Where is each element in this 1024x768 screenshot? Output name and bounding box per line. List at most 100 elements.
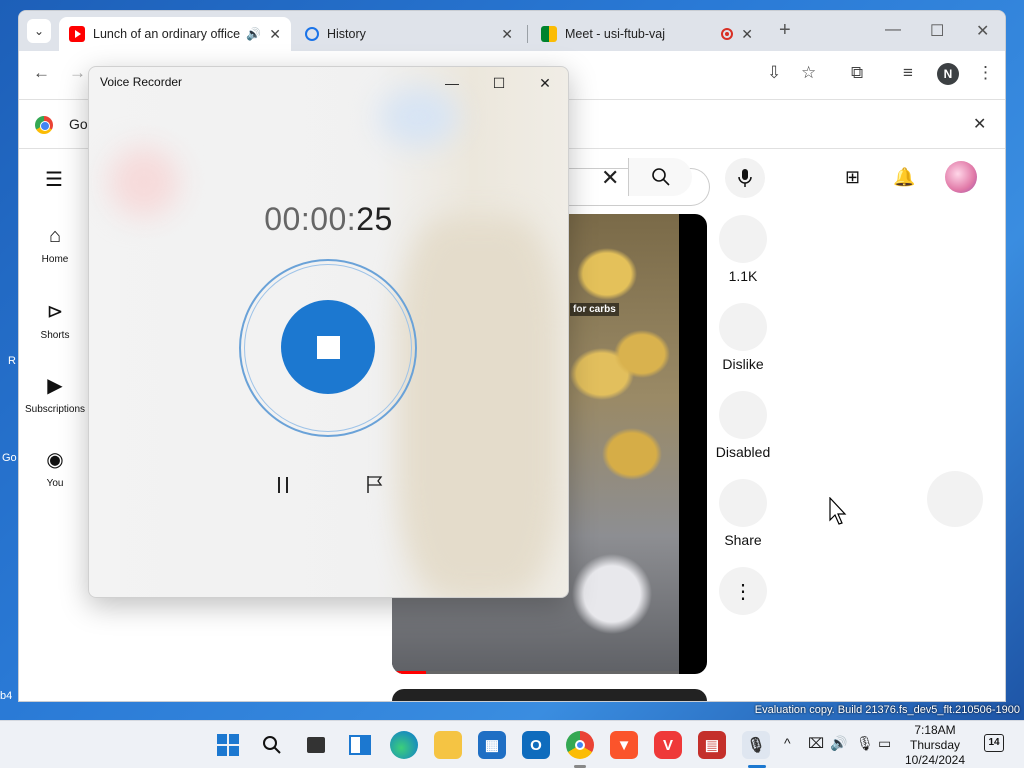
like-count: 1.1K: [728, 268, 758, 284]
comments-button[interactable]: [719, 391, 767, 439]
widgets-icon: [349, 735, 371, 755]
voice-search-button[interactable]: [725, 158, 765, 198]
forward-icon[interactable]: →: [69, 63, 86, 83]
nav-shorts[interactable]: ⊳ Shorts: [19, 299, 91, 341]
close-infobar-icon[interactable]: ✕: [973, 114, 986, 134]
vivaldi-button[interactable]: V: [654, 731, 682, 759]
close-tab-icon[interactable]: ✕: [269, 26, 281, 43]
tab-divider: [527, 25, 528, 43]
search-button[interactable]: [628, 158, 692, 196]
show-hidden-icons-icon[interactable]: ^: [784, 735, 791, 751]
recording-timer: 00:00:25: [89, 201, 568, 238]
recording-icon: [721, 28, 734, 40]
vivaldi-icon: V: [662, 736, 673, 754]
outlook-button[interactable]: O: [522, 731, 550, 759]
minimize-icon[interactable]: —: [429, 69, 475, 97]
stop-recording-button[interactable]: [281, 300, 375, 394]
microphone-icon: 🎙: [746, 737, 766, 754]
kebab-menu-icon[interactable]: ⋮: [977, 63, 994, 83]
next-video-button[interactable]: [927, 471, 983, 527]
close-tab-icon[interactable]: ✕: [741, 26, 753, 43]
store-button[interactable]: ▦: [478, 731, 506, 759]
like-button[interactable]: [719, 215, 767, 263]
file-explorer-button[interactable]: [434, 731, 462, 759]
share-button[interactable]: [719, 479, 767, 527]
new-tab-button[interactable]: +: [779, 19, 791, 42]
nav-label: You: [46, 478, 64, 489]
video-caption: for carbs: [570, 303, 619, 316]
install-app-icon[interactable]: ⇩: [767, 63, 781, 83]
network-icon[interactable]: ▭: [878, 735, 891, 752]
timer-seconds: 25: [356, 201, 393, 237]
news-app-button[interactable]: ▤: [698, 731, 726, 759]
video-progress-bar[interactable]: [392, 671, 679, 674]
microphone-icon: [738, 169, 752, 187]
nav-you[interactable]: ◉ You: [19, 447, 91, 489]
youtube-icon: [69, 26, 85, 42]
comments-label: Disabled: [715, 444, 771, 460]
desktop-fragment: b4: [0, 690, 13, 702]
nav-home[interactable]: ⌂ Home: [19, 225, 91, 265]
minimize-icon[interactable]: —: [885, 21, 901, 39]
start-button[interactable]: [214, 731, 242, 759]
microphone-tray-icon[interactable]: 🎙: [856, 735, 874, 752]
profile-avatar[interactable]: N: [937, 63, 959, 85]
mouse-cursor-icon: [829, 497, 847, 525]
widgets-button[interactable]: [346, 731, 374, 759]
chrome-button[interactable]: [566, 731, 594, 759]
edge-button[interactable]: [390, 731, 418, 759]
back-icon[interactable]: ←: [33, 63, 50, 83]
close-window-icon[interactable]: ✕: [522, 69, 568, 97]
chrome-icon: [35, 116, 53, 134]
bookmark-star-icon[interactable]: ☆: [801, 63, 816, 83]
subscriptions-icon: ▶: [47, 375, 63, 397]
maximize-icon[interactable]: ☐: [930, 21, 944, 41]
user-avatar[interactable]: [945, 161, 977, 193]
more-vertical-icon: ⋮: [733, 580, 753, 603]
close-window-icon[interactable]: ✕: [976, 21, 989, 41]
shorts-icon: ⊳: [46, 301, 64, 323]
outlook-icon: O: [530, 736, 542, 754]
tab-youtube[interactable]: Lunch of an ordinary office 🔊 ✕: [59, 17, 291, 51]
clock-date: 10/24/2024: [904, 753, 966, 767]
share-label: Share: [724, 532, 762, 548]
desktop-fragment: Go: [2, 452, 17, 464]
notification-center-button[interactable]: 14: [984, 734, 1004, 752]
system-clock[interactable]: 7:18AM Thursday 10/24/2024: [900, 723, 970, 768]
clear-search-icon[interactable]: ✕: [601, 165, 619, 191]
dislike-button[interactable]: [719, 303, 767, 351]
desktop-fragment: R: [8, 355, 16, 367]
tab-search-button[interactable]: ⌄: [27, 19, 51, 43]
close-tab-icon[interactable]: ✕: [501, 26, 513, 43]
hamburger-menu-icon[interactable]: ☰: [45, 167, 63, 192]
notifications-bell-icon[interactable]: 🔔: [893, 167, 915, 188]
clock-day: Thursday: [909, 738, 961, 752]
pause-button[interactable]: [269, 471, 297, 499]
speaker-icon[interactable]: 🔊: [246, 27, 261, 41]
task-view-button[interactable]: [302, 731, 330, 759]
brave-button[interactable]: ▼: [610, 731, 638, 759]
pause-icon-bar: [286, 477, 288, 493]
maximize-icon[interactable]: ☐: [476, 69, 522, 97]
tab-history[interactable]: History ✕: [295, 17, 523, 51]
nav-subscriptions[interactable]: ▶ Subscriptions: [19, 373, 91, 415]
next-short-preview[interactable]: [392, 689, 707, 701]
app-tray-icon[interactable]: ⌧: [808, 735, 824, 752]
clock-time: 7:18AM: [914, 723, 956, 737]
tab-strip: ⌄ Lunch of an ordinary office 🔊 ✕ Histor…: [19, 11, 1005, 51]
store-icon: ▦: [484, 737, 500, 754]
media-control-icon[interactable]: ≡: [903, 63, 913, 83]
more-options-button[interactable]: ⋮: [719, 567, 767, 615]
volume-icon[interactable]: 🔊: [830, 735, 847, 752]
create-video-icon[interactable]: ⊞: [845, 167, 860, 188]
info-bar-text: Go: [69, 116, 88, 132]
video-progress-fill: [392, 671, 427, 674]
search-icon: [263, 736, 281, 754]
taskbar-search-button[interactable]: [258, 731, 286, 759]
extensions-icon[interactable]: ⧉: [851, 63, 863, 83]
window-title: Voice Recorder: [100, 75, 183, 89]
voice-recorder-taskbar-button[interactable]: 🎙: [742, 731, 770, 759]
tab-meet[interactable]: Meet - usi-ftub-vaj ✕: [531, 17, 763, 51]
add-marker-button[interactable]: [361, 471, 389, 499]
voice-recorder-window: Voice Recorder — ☐ ✕ 00:00:25: [88, 66, 569, 598]
